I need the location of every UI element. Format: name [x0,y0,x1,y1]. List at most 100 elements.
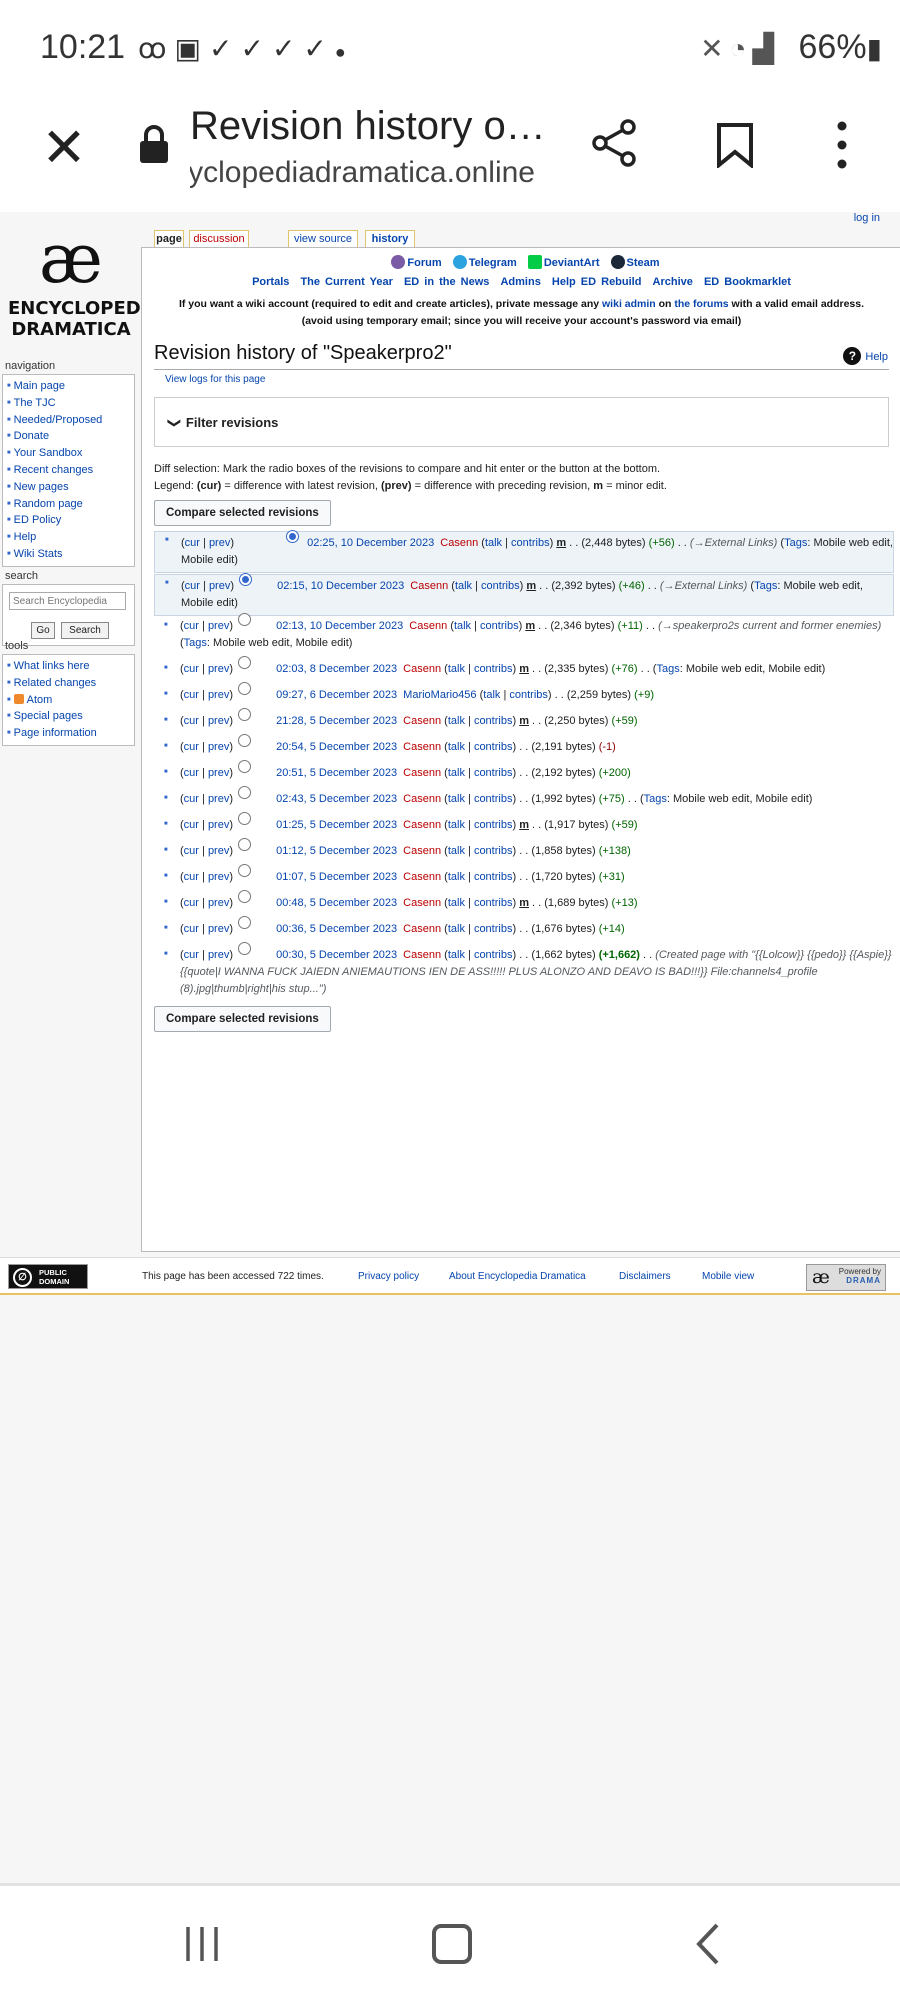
tool-atom[interactable]: Atom [7,692,130,709]
diff-radio-old[interactable] [238,734,252,747]
cur-link[interactable]: cur [184,689,199,701]
talk-link[interactable]: talk [485,537,502,549]
tab-page[interactable]: page [154,230,184,248]
diff-radio-old[interactable] [238,890,252,903]
share-icon[interactable] [590,118,640,168]
prev-link[interactable]: prev [208,741,229,753]
contribs-link[interactable]: contribs [474,845,513,857]
talk-link[interactable]: talk [448,845,465,857]
cur-link[interactable]: cur [184,949,199,961]
contribs-link[interactable]: contribs [480,620,519,632]
prev-link[interactable]: prev [208,620,229,632]
cur-link[interactable]: cur [184,663,199,675]
go-button[interactable]: Go [31,622,55,639]
powered-by-badge[interactable]: æ Powered by DRAMA [806,1264,886,1291]
nav-new-pages[interactable]: New pages [7,479,130,496]
more-options-icon[interactable] [830,120,854,170]
forum-link[interactable]: Forum [407,257,441,269]
about-link[interactable]: About Encyclopedia Dramatica [449,1271,586,1282]
diff-radio-old[interactable] [239,573,253,586]
revision-date-link[interactable]: 09:27, 6 December 2023 [276,689,397,701]
user-link[interactable]: Casenn [403,793,441,805]
site-logo[interactable]: æ ENCYCLOPEDIA DRAMATICA [8,222,161,357]
search-input[interactable] [9,592,126,610]
talk-link[interactable]: talk [448,741,465,753]
help-link[interactable]: ? Help [843,347,888,365]
back-icon[interactable] [693,1922,723,1966]
diff-radio-old[interactable] [238,708,252,721]
nav-random-page[interactable]: Random page [7,496,130,513]
nav-donate[interactable]: Donate [7,428,130,445]
revision-date-link[interactable]: 00:30, 5 December 2023 [276,949,397,961]
forums-link[interactable]: the forums [674,298,728,310]
talk-link[interactable]: talk [455,580,472,592]
user-link[interactable]: Casenn [403,663,441,675]
contribs-link[interactable]: contribs [474,793,513,805]
disclaimers-link[interactable]: Disclaimers [619,1271,671,1282]
diff-radio-new[interactable] [286,530,300,543]
prev-link[interactable]: prev [208,897,229,909]
talk-link[interactable]: talk [448,949,465,961]
mobile-view-link[interactable]: Mobile view [702,1271,754,1282]
talk-link[interactable]: talk [448,897,465,909]
compare-revisions-button[interactable]: Compare selected revisions [154,500,331,526]
steam-link[interactable]: Steam [627,257,660,269]
diff-radio-old[interactable] [238,838,252,851]
talk-link[interactable]: talk [448,819,465,831]
nav-ed-policy[interactable]: ED Policy [7,512,130,529]
cur-link[interactable]: cur [184,845,199,857]
login-link[interactable]: log in [854,212,880,224]
revision-date-link[interactable]: 21:28, 5 December 2023 [276,715,397,727]
tool-related-changes[interactable]: Related changes [7,675,130,692]
talk-link[interactable]: talk [448,767,465,779]
menu-help-ed-rebuild[interactable]: Help ED Rebuild [552,276,642,288]
nav-recent-changes[interactable]: Recent changes [7,462,130,479]
contribs-link[interactable]: contribs [474,897,513,909]
cur-link[interactable]: cur [184,741,199,753]
user-link[interactable]: Casenn [403,949,441,961]
contribs-link[interactable]: contribs [474,741,513,753]
tab-view-source[interactable]: view source [288,230,358,248]
tab-discussion[interactable]: discussion [189,230,249,248]
contribs-link[interactable]: contribs [474,819,513,831]
diff-radio-old[interactable] [238,656,252,669]
talk-link[interactable]: talk [454,620,471,632]
cur-link[interactable]: cur [185,580,200,592]
view-logs-link[interactable]: View logs for this page [165,374,265,385]
prev-link[interactable]: prev [208,819,229,831]
diff-radio-old[interactable] [238,942,252,955]
revision-date-link[interactable]: 02:15, 10 December 2023 [277,580,404,592]
menu-current-year[interactable]: The Current Year [300,276,392,288]
diff-radio-old[interactable] [238,786,252,799]
public-domain-badge[interactable]: ∅ PUBLIC DOMAIN [8,1264,88,1289]
tab-history[interactable]: history [365,230,415,248]
cur-link[interactable]: cur [184,897,199,909]
prev-link[interactable]: prev [208,689,229,701]
filter-revisions-toggle[interactable]: ❯ Filter revisions [154,397,889,447]
menu-portals[interactable]: Portals [252,276,289,288]
revision-date-link[interactable]: 01:07, 5 December 2023 [276,871,397,883]
revision-date-link[interactable]: 02:25, 10 December 2023 [307,537,434,549]
page-title-bar[interactable]: Revision history o… [190,104,546,149]
revision-date-link[interactable]: 01:12, 5 December 2023 [276,845,397,857]
cur-link[interactable]: cur [184,871,199,883]
nav-help[interactable]: Help [7,529,130,546]
recent-apps-icon[interactable] [182,1924,222,1964]
cur-link[interactable]: cur [184,715,199,727]
prev-link[interactable]: prev [208,923,229,935]
user-link[interactable]: Casenn [403,845,441,857]
contribs-link[interactable]: contribs [474,949,513,961]
close-tab-icon[interactable]: ✕ [34,118,94,178]
talk-link[interactable]: talk [448,715,465,727]
tool-page-information[interactable]: Page information [7,725,130,742]
prev-link[interactable]: prev [208,871,229,883]
telegram-link[interactable]: Telegram [469,257,517,269]
contribs-link[interactable]: contribs [474,663,513,675]
diff-radio-old[interactable] [238,760,252,773]
user-link[interactable]: Casenn [403,897,441,909]
prev-link[interactable]: prev [208,715,229,727]
revision-date-link[interactable]: 00:48, 5 December 2023 [276,897,397,909]
menu-ed-bookmarklet[interactable]: ED Bookmarklet [704,276,791,288]
tool-what-links-here[interactable]: What links here [7,658,130,675]
prev-link[interactable]: prev [208,793,229,805]
